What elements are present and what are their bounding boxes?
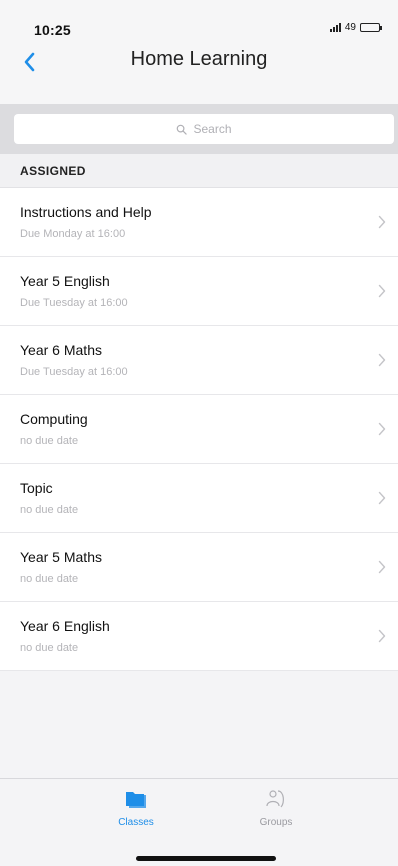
item-due-date: no due date (20, 504, 79, 516)
item-title: Year 6 English (20, 618, 110, 634)
page-title: Home Learning (130, 48, 268, 70)
list-item[interactable]: Instructions and Help Due Monday at 16:0… (0, 188, 398, 257)
chevron-right-icon (378, 353, 386, 367)
status-bar: 10:25 49 (0, 0, 398, 44)
item-title: Topic (20, 480, 53, 496)
status-time: 10:25 (34, 22, 71, 38)
item-due-date: Due Tuesday at 16:00 (20, 366, 128, 378)
list-item[interactable]: Year 6 Maths Due Tuesday at 16:00 (0, 326, 398, 395)
list-item[interactable]: Computing no due date (0, 395, 398, 464)
signal-icon (329, 23, 341, 32)
tab-bar: Classes Groups (0, 778, 398, 866)
item-due-date: Due Monday at 16:00 (20, 228, 126, 240)
status-indicators: 49 (329, 22, 382, 33)
item-due-date: no due date (20, 435, 79, 447)
battery-icon (360, 23, 382, 32)
class-list: Instructions and Help Due Monday at 16:0… (0, 188, 398, 671)
chevron-right-icon (378, 422, 386, 436)
list-item[interactable]: Topic no due date (0, 464, 398, 533)
tab-label: Classes (118, 817, 154, 828)
groups-icon (266, 790, 284, 808)
home-indicator[interactable] (136, 856, 276, 861)
item-title: Computing (20, 411, 88, 427)
chevron-right-icon (378, 629, 386, 643)
list-item[interactable]: Year 5 English Due Tuesday at 16:00 (0, 257, 398, 326)
chevron-right-icon (378, 284, 386, 298)
classes-folder-icon (126, 792, 146, 808)
item-due-date: Due Tuesday at 16:00 (20, 297, 128, 309)
item-due-date: no due date (20, 573, 79, 585)
search-placeholder: Search (193, 122, 232, 136)
tab-classes[interactable]: Classes (96, 787, 176, 828)
search-input[interactable]: Search (14, 114, 394, 144)
chevron-right-icon (378, 491, 386, 505)
navigation-bar: Home Learning (0, 44, 398, 104)
item-title: Year 6 Maths (20, 342, 102, 358)
chevron-right-icon (378, 215, 386, 229)
item-title: Instructions and Help (20, 204, 152, 220)
tab-groups[interactable]: Groups (236, 787, 316, 828)
item-title: Year 5 English (20, 273, 110, 289)
tab-label: Groups (259, 817, 293, 828)
item-due-date: no due date (20, 642, 79, 654)
section-title: ASSIGNED (20, 164, 86, 178)
chevron-right-icon (378, 560, 386, 574)
list-item[interactable]: Year 5 Maths no due date (0, 533, 398, 602)
battery-percent: 49 (344, 22, 356, 33)
search-bar-container: Search (0, 104, 398, 154)
search-icon (177, 124, 188, 135)
section-header-assigned: ASSIGNED (0, 154, 398, 188)
list-item[interactable]: Year 6 English no due date (0, 602, 398, 671)
item-title: Year 5 Maths (20, 549, 102, 565)
